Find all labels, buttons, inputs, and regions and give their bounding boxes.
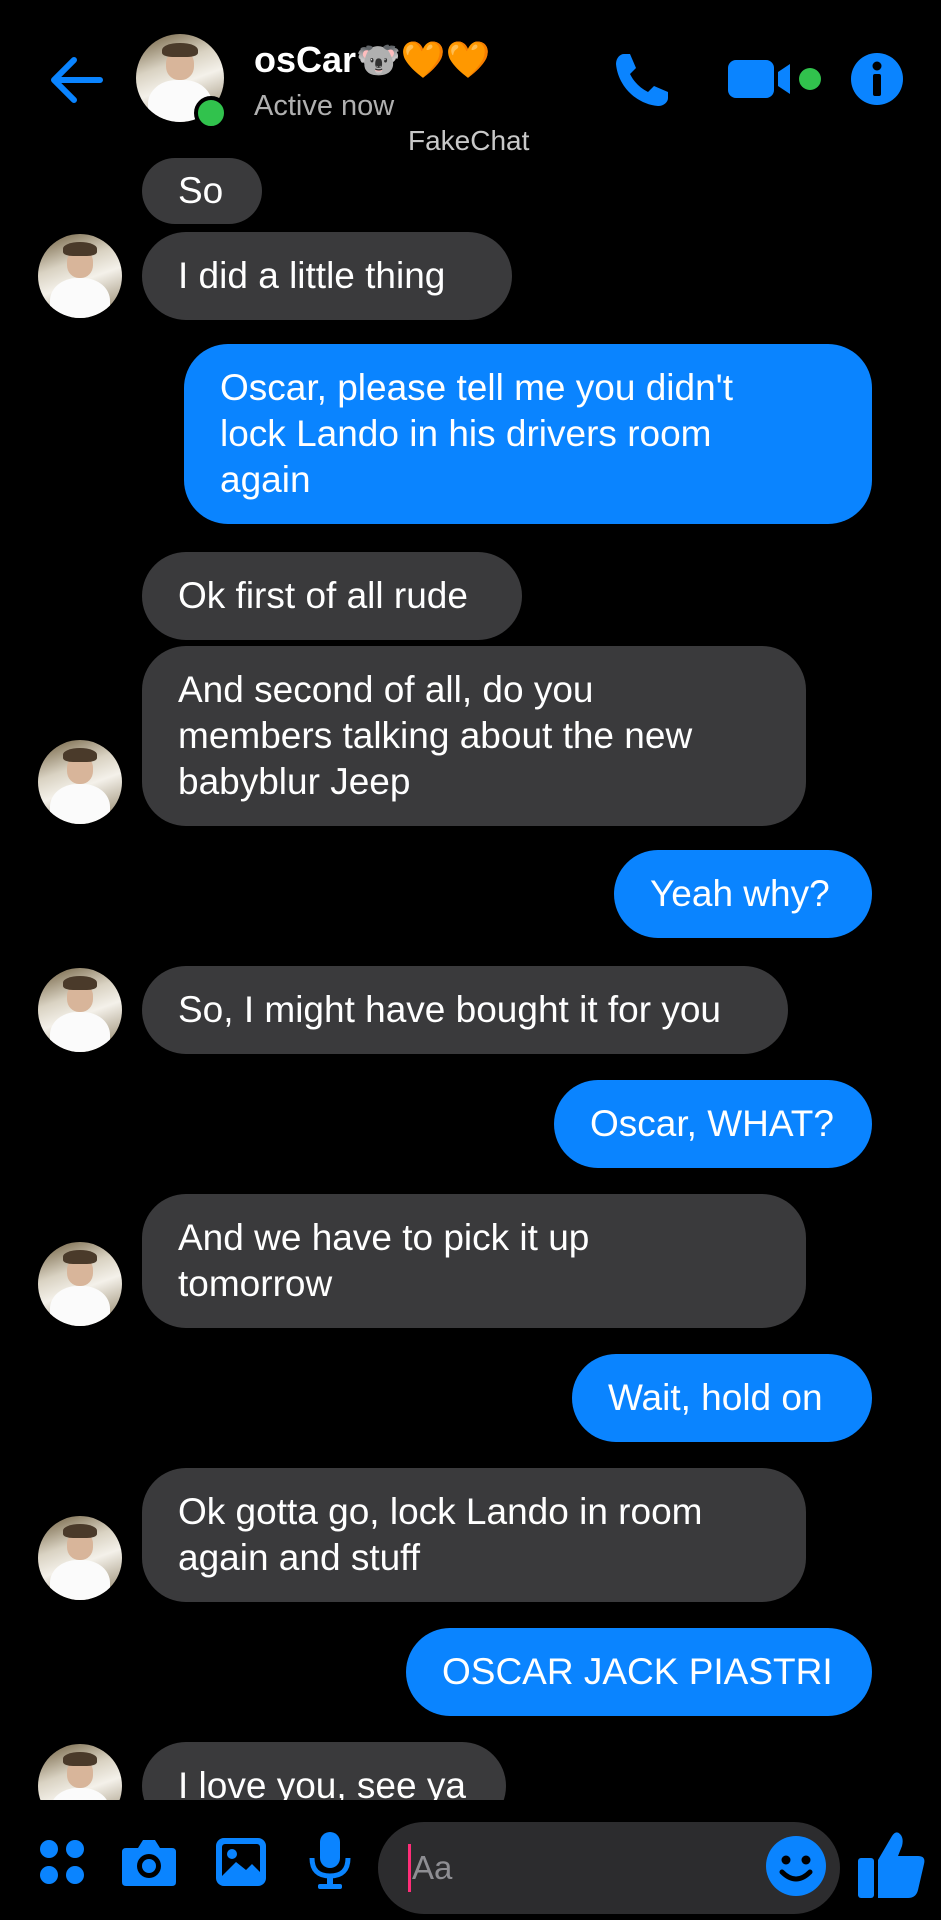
outgoing-message[interactable]: Wait, hold on bbox=[572, 1354, 872, 1442]
incoming-message[interactable]: So bbox=[142, 158, 262, 224]
active-status: Active now bbox=[254, 90, 395, 122]
contact-name[interactable]: osCar🐨🧡🧡 bbox=[254, 38, 491, 82]
video-call-button[interactable] bbox=[726, 56, 822, 102]
camera-icon bbox=[122, 1840, 176, 1886]
info-icon bbox=[851, 53, 903, 105]
thumbs-up-icon bbox=[858, 1832, 925, 1898]
message-thread[interactable]: So I did a little thing Oscar, please tell… bbox=[0, 150, 941, 1810]
incoming-message[interactable]: And second of all, do you members talkin… bbox=[142, 646, 806, 826]
outgoing-message[interactable]: Oscar, WHAT? bbox=[554, 1080, 872, 1168]
voice-button[interactable] bbox=[308, 1830, 352, 1892]
incoming-message[interactable]: Ok gotta go, lock Lando in room again an… bbox=[142, 1468, 806, 1602]
outgoing-message[interactable]: Yeah why? bbox=[614, 850, 872, 938]
outgoing-message[interactable]: OSCAR JACK PIASTRI bbox=[406, 1628, 872, 1716]
call-button[interactable] bbox=[610, 48, 674, 112]
text-cursor bbox=[408, 1844, 411, 1892]
incoming-message[interactable]: So, I might have bought it for you bbox=[142, 966, 788, 1054]
sender-avatar[interactable] bbox=[38, 740, 122, 824]
input-placeholder: Aa bbox=[412, 1849, 453, 1886]
smiley-icon bbox=[766, 1836, 826, 1896]
like-button[interactable] bbox=[856, 1828, 928, 1900]
camera-button[interactable] bbox=[120, 1836, 178, 1888]
sender-avatar[interactable] bbox=[38, 1516, 122, 1600]
apps-grid-icon bbox=[40, 1840, 84, 1884]
sender-avatar[interactable] bbox=[38, 234, 122, 318]
apps-button[interactable] bbox=[38, 1838, 86, 1886]
emoji-button[interactable] bbox=[764, 1834, 828, 1898]
online-indicator bbox=[194, 96, 228, 130]
outgoing-message[interactable]: Oscar, please tell me you didn't lock La… bbox=[184, 344, 872, 524]
info-button[interactable] bbox=[850, 52, 904, 106]
incoming-message[interactable]: Ok first of all rude bbox=[142, 552, 522, 640]
gallery-button[interactable] bbox=[214, 1836, 268, 1888]
message-input[interactable]: Aa bbox=[378, 1822, 840, 1914]
arrow-left-icon bbox=[51, 57, 103, 103]
microphone-icon bbox=[309, 1832, 351, 1889]
incoming-message[interactable]: I did a little thing bbox=[142, 232, 512, 320]
image-icon bbox=[216, 1838, 266, 1886]
video-camera-icon bbox=[728, 60, 821, 98]
sender-avatar[interactable] bbox=[38, 1242, 122, 1326]
phone-icon bbox=[616, 54, 668, 106]
sender-avatar[interactable] bbox=[38, 968, 122, 1052]
back-button[interactable] bbox=[48, 52, 104, 108]
incoming-message[interactable]: And we have to pick it up tomorrow bbox=[142, 1194, 806, 1328]
